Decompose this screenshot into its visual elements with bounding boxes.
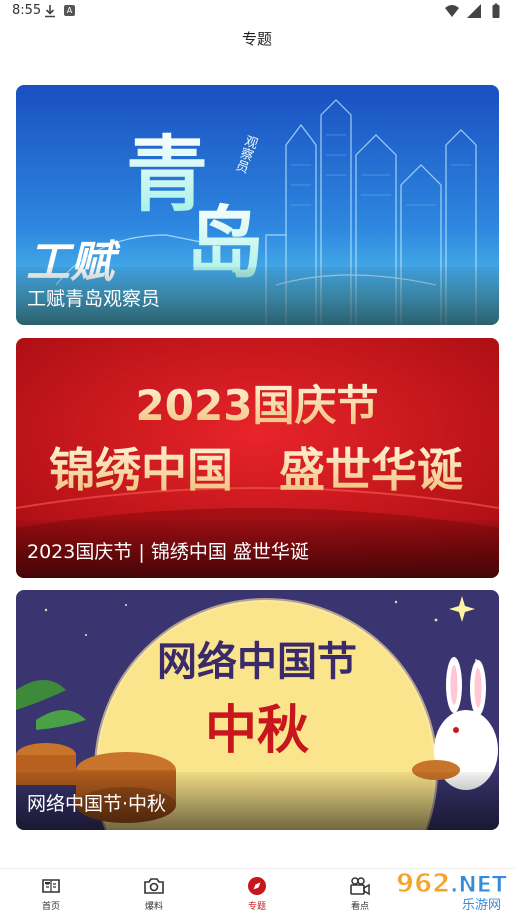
nav-label-topic: 专题 — [247, 902, 266, 912]
card-caption: 网络中国节·中秋 — [27, 793, 167, 815]
status-time: 8:55 — [12, 3, 42, 18]
art-text-line2a: 锦绣中国 — [49, 443, 233, 497]
nav-item-home[interactable]: 首页 — [21, 875, 81, 912]
art-text-line2: 中秋 — [205, 700, 309, 761]
a-icon: A — [64, 5, 75, 16]
art-text-line2b: 盛世华诞 — [279, 443, 463, 497]
topic-card-mid-autumn[interactable]: 网络中国节 中秋 网络中国节·中秋 — [16, 590, 499, 830]
svg-text:.NET: .NET — [450, 873, 507, 898]
topic-card-national-day[interactable]: 2023国庆节 锦绣中国 盛世华诞 2023国庆节 | 锦绣中国 盛世华诞 — [16, 338, 499, 578]
svg-text:962: 962 — [396, 869, 450, 899]
art-text-line1: 网络中国节 — [157, 639, 357, 685]
nav-item-topic[interactable]: 专题 — [227, 875, 287, 912]
compass-icon — [248, 877, 266, 895]
home-icon — [42, 879, 60, 893]
art-text-line1: 2023国庆节 — [136, 381, 379, 430]
nav-item-watch[interactable]: 看点 — [330, 875, 390, 912]
watermark-logo: 962 .NET 乐游网 — [396, 869, 508, 913]
camera-icon — [144, 878, 164, 894]
card-caption: 工赋青岛观察员 — [27, 288, 161, 310]
nav-label-watch: 看点 — [350, 902, 369, 912]
download-icon — [45, 5, 55, 18]
status-bar: 8:55 A — [0, 0, 514, 24]
battery-icon — [492, 3, 500, 18]
nav-item-report[interactable]: 爆料 — [124, 875, 184, 912]
card-caption: 2023国庆节 | 锦绣中国 盛世华诞 — [27, 541, 309, 563]
nav-label-home: 首页 — [41, 902, 60, 912]
page-title: 专题 — [241, 30, 272, 48]
nav-label-report: 爆料 — [144, 902, 163, 912]
video-icon — [350, 877, 370, 896]
signal-icon — [467, 4, 481, 18]
svg-text:乐游网: 乐游网 — [462, 898, 501, 912]
wifi-icon — [445, 5, 459, 17]
topic-card-qingdao[interactable]: 青 岛 工赋 观察员 工赋青岛观察员 — [16, 85, 499, 325]
